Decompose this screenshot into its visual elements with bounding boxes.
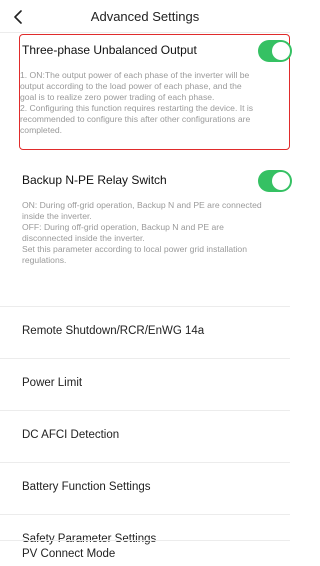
menu-item-battery-function[interactable]: Battery Function Settings (0, 462, 290, 511)
desc-line: 2. Configuring this function requires re… (20, 103, 254, 113)
three-phase-title: Three-phase Unbalanced Output (22, 43, 197, 57)
desc-line: output according to the load power of ea… (20, 81, 242, 91)
menu-item-label: Battery Function Settings (22, 481, 151, 493)
desc-line: 1. ON:The output power of each phase of … (20, 70, 250, 80)
desc-line: disconnected inside the inverter. (22, 233, 145, 243)
backup-relay-title: Backup N-PE Relay Switch (22, 173, 167, 187)
desc-line: goal is to realize zero power trading of… (20, 92, 215, 102)
menu-item-remote-shutdown[interactable]: Remote Shutdown/RCR/EnWG 14a (0, 306, 290, 355)
menu-item-pv-connect[interactable]: PV Connect Mode (0, 540, 290, 566)
backup-relay-description: ON: During off-grid operation, Backup N … (22, 200, 290, 266)
three-phase-description: 1. ON:The output power of each phase of … (20, 70, 288, 136)
desc-line: OFF: During off-grid operation, Backup N… (22, 222, 224, 232)
desc-line: completed. (20, 125, 63, 135)
desc-line: Set this parameter according to local po… (22, 244, 247, 254)
toggle-knob (272, 42, 290, 60)
three-phase-toggle[interactable] (258, 40, 292, 62)
header-bar: Advanced Settings (0, 0, 290, 33)
desc-line: inside the inverter. (22, 211, 92, 221)
desc-line: ON: During off-grid operation, Backup N … (22, 200, 262, 210)
desc-line: regulations. (22, 255, 67, 265)
back-button[interactable] (8, 8, 28, 26)
menu-item-power-limit[interactable]: Power Limit (0, 358, 290, 407)
menu-item-label: Power Limit (22, 377, 83, 389)
menu-item-label: Remote Shutdown/RCR/EnWG 14a (22, 325, 205, 337)
toggle-knob (272, 172, 290, 190)
backup-relay-section: Backup N-PE Relay Switch ON: During off-… (0, 170, 292, 265)
desc-line: recommended to configure this after othe… (20, 114, 251, 124)
menu-item-label: DC AFCI Detection (22, 429, 120, 441)
menu-item-dc-afci[interactable]: DC AFCI Detection (0, 410, 290, 459)
chevron-left-icon (14, 10, 22, 24)
menu-item-label: PV Connect Mode (22, 547, 116, 560)
backup-relay-toggle[interactable] (258, 170, 292, 192)
three-phase-section: Three-phase Unbalanced Output 1. ON:The … (0, 40, 292, 135)
page-title: Advanced Settings (90, 8, 200, 24)
